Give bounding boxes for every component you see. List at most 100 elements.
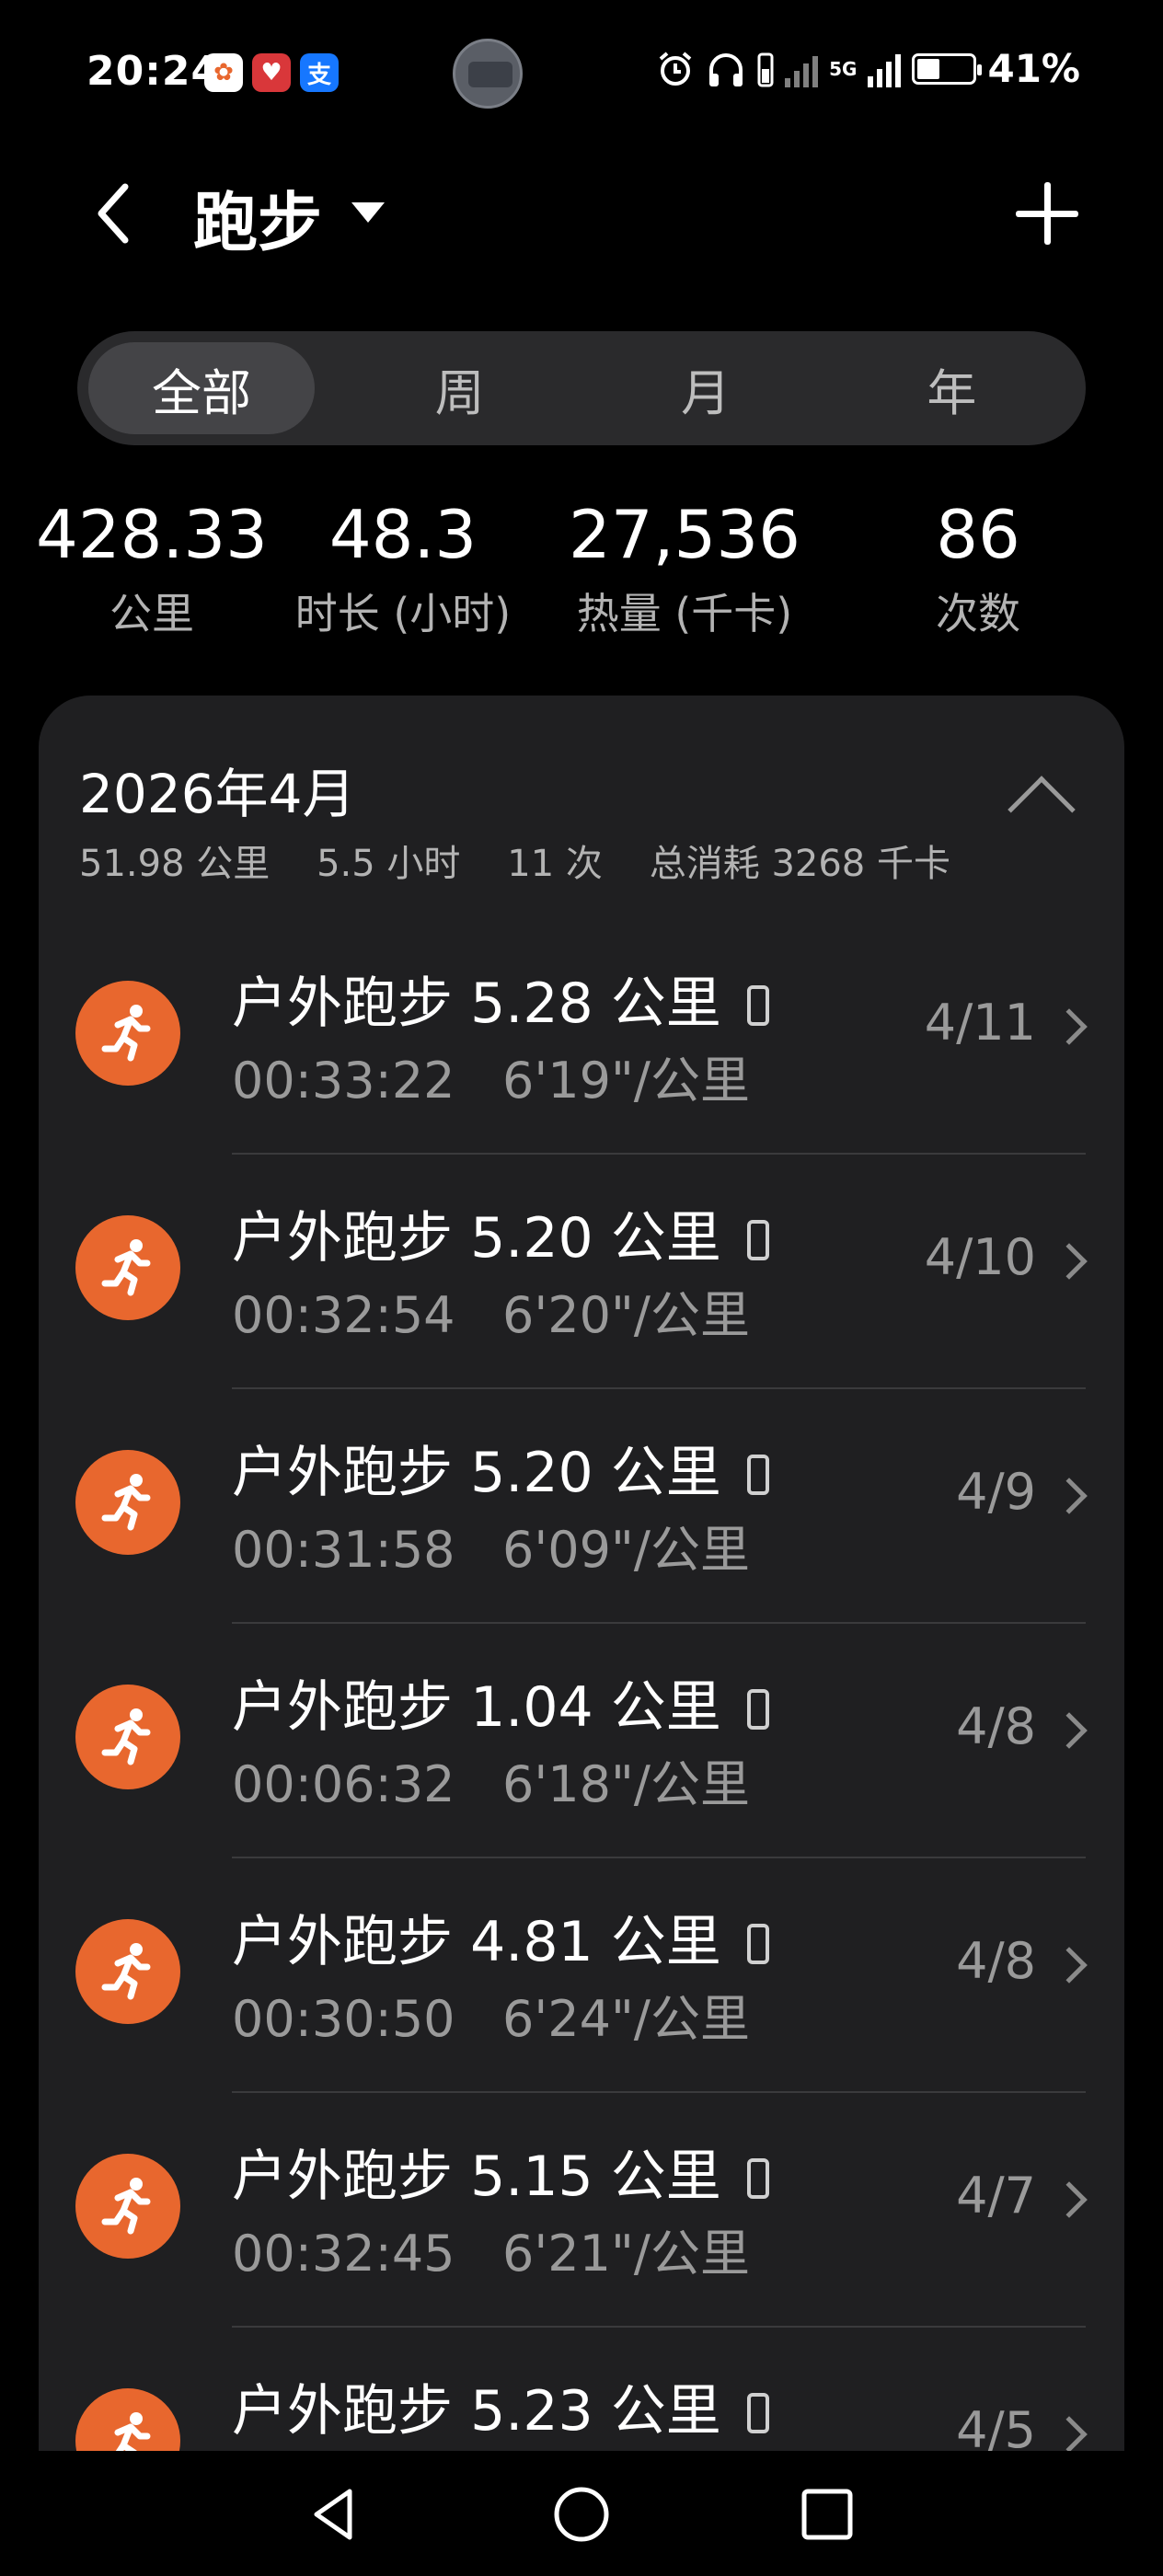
record-pace: 6'19"/公里 <box>502 1052 750 1110</box>
phone-icon <box>746 985 769 1026</box>
running-icon <box>75 2154 180 2259</box>
alarm-icon <box>659 51 692 86</box>
caret-down-icon[interactable] <box>351 202 385 223</box>
record-date: 4/7 <box>956 2167 1036 2225</box>
earbud-battery-icon <box>757 52 774 86</box>
chevron-right-icon <box>1051 1712 1088 1749</box>
triangle-back-icon <box>314 2489 352 2540</box>
app-heart-icon: ♥ <box>252 53 291 92</box>
battery-percentage: 41% <box>987 46 1080 91</box>
stat-value: 48.3 <box>328 496 478 573</box>
chevron-right-icon <box>1051 1947 1088 1984</box>
circle-home-icon <box>554 2487 609 2542</box>
record-title-text: 户外跑步 4.81 公里 <box>232 1910 721 1974</box>
stat-label: 时长 (小时) <box>294 589 512 638</box>
phone-icon <box>746 1924 769 1964</box>
record-title: 户外跑步 5.28 公里 <box>232 959 769 1039</box>
tab-all[interactable]: 全部 <box>88 342 315 434</box>
record-title: 户外跑步 5.20 公里 <box>232 1193 769 1273</box>
phone-icon <box>746 1455 769 1495</box>
record-pace: 6'21"/公里 <box>502 2225 750 2283</box>
month-title: 2026年4月 <box>79 763 356 825</box>
status-bar: 20:24 ✿ ♥ 支 5G 41% <box>0 0 1163 147</box>
record-stats: 00:31:58 6'09"/公里 <box>232 1509 750 1581</box>
collapse-chevron-icon[interactable] <box>1008 776 1076 844</box>
record-stats: 00:32:45 6'21"/公里 <box>232 2213 750 2285</box>
chevron-right-icon <box>1051 2416 1088 2453</box>
record-date: 4/8 <box>956 1932 1036 1990</box>
record-title-text: 户外跑步 5.20 公里 <box>232 1206 721 1271</box>
stat-duration: 48.3 时长 (小时) <box>267 493 539 646</box>
record-pace: 6'20"/公里 <box>502 1286 750 1344</box>
avatar[interactable] <box>453 39 523 109</box>
wifi-signal-icon <box>785 51 819 87</box>
record-title-text: 户外跑步 5.20 公里 <box>232 1441 721 1505</box>
record-duration: 00:30:50 <box>232 1990 455 2048</box>
record-stats: 00:06:32 6'18"/公里 <box>232 1743 750 1816</box>
battery-fill <box>917 58 940 79</box>
cellular-signal-icon <box>868 51 902 87</box>
record-item[interactable]: 户外跑步 4.81 公里 00:30:50 6'24"/公里 4/8 <box>39 1858 1124 2093</box>
record-pace: 6'24"/公里 <box>502 1990 750 2048</box>
app-colorful-icon: ✿ <box>204 53 243 92</box>
stat-label: 次数 <box>936 589 1020 638</box>
record-stats: 00:30:50 6'24"/公里 <box>232 1978 750 2051</box>
stat-value: 86 <box>936 496 1020 573</box>
record-item[interactable]: 户外跑步 5.15 公里 00:32:45 6'21"/公里 4/7 <box>39 2093 1124 2328</box>
record-duration: 00:33:22 <box>232 1052 455 1110</box>
record-date: 4/11 <box>924 994 1036 1052</box>
record-title: 户外跑步 5.23 公里 <box>232 2366 769 2446</box>
record-item[interactable]: 户外跑步 5.20 公里 00:31:58 6'09"/公里 4/9 <box>39 1389 1124 1624</box>
nav-home-button[interactable] <box>549 2482 614 2547</box>
tab-week[interactable]: 周 <box>337 342 582 434</box>
record-item[interactable]: 户外跑步 1.04 公里 00:06:32 6'18"/公里 4/8 <box>39 1624 1124 1858</box>
page-title[interactable]: 跑步 <box>193 171 322 264</box>
record-date: 4/9 <box>956 1463 1036 1521</box>
running-icon <box>75 1215 180 1320</box>
alipay-icon: 支 <box>300 53 339 92</box>
network-type-label: 5G <box>829 57 858 80</box>
status-indicators: 5G 41% <box>656 46 1080 91</box>
record-title-text: 户外跑步 5.28 公里 <box>232 972 721 1036</box>
record-title-text: 户外跑步 5.23 公里 <box>232 2379 721 2444</box>
nav-recents-button[interactable] <box>795 2482 859 2547</box>
status-time: 20:24 <box>86 48 221 95</box>
tab-month[interactable]: 月 <box>582 342 828 434</box>
running-icon <box>75 1685 180 1789</box>
record-duration: 00:06:32 <box>232 1755 455 1813</box>
phone-icon <box>746 2158 769 2199</box>
headphones-icon <box>709 52 743 86</box>
record-pace: 6'09"/公里 <box>502 1521 750 1579</box>
add-record-button[interactable] <box>1016 182 1078 245</box>
running-icon <box>75 1450 180 1555</box>
record-title-text: 户外跑步 5.15 公里 <box>232 2145 721 2209</box>
record-stats: 00:32:54 6'20"/公里 <box>232 1274 750 1347</box>
period-tabs: 全部周月年 <box>77 331 1086 445</box>
record-stats: 00:33:22 6'19"/公里 <box>232 1040 750 1112</box>
month-records-card: 2026年4月 51.98 公里 5.5 小时 11 次 总消耗 3268 千卡… <box>39 696 1124 2576</box>
stat-label: 热量 (千卡) <box>576 589 793 638</box>
nav-back-button[interactable] <box>302 2482 366 2547</box>
phone-icon <box>746 1689 769 1730</box>
running-icon <box>75 1919 180 2024</box>
tab-year[interactable]: 年 <box>829 342 1075 434</box>
record-duration: 00:31:58 <box>232 1521 455 1579</box>
stat-value: 27,536 <box>569 496 800 573</box>
month-summary: 51.98 公里 5.5 小时 11 次 总消耗 3268 千卡 <box>79 843 950 885</box>
system-navigation-bar <box>0 2451 1163 2576</box>
phone-icon <box>746 1220 769 1260</box>
chevron-right-icon <box>1051 2181 1088 2218</box>
record-duration: 00:32:45 <box>232 2225 455 2283</box>
stat-label: 公里 <box>109 589 194 638</box>
back-arrow-icon <box>98 183 129 244</box>
back-button[interactable] <box>85 175 140 252</box>
record-title: 户外跑步 5.20 公里 <box>232 1428 769 1508</box>
record-date: 4/8 <box>956 1697 1036 1755</box>
record-title-text: 户外跑步 1.04 公里 <box>232 1675 721 1740</box>
chevron-right-icon <box>1051 1478 1088 1514</box>
record-item[interactable]: 户外跑步 5.28 公里 00:33:22 6'19"/公里 4/11 <box>39 920 1124 1155</box>
record-date: 4/10 <box>924 1228 1036 1286</box>
record-item[interactable]: 户外跑步 5.20 公里 00:32:54 6'20"/公里 4/10 <box>39 1155 1124 1389</box>
phone-icon <box>746 2393 769 2433</box>
square-recents-icon <box>801 2489 853 2540</box>
